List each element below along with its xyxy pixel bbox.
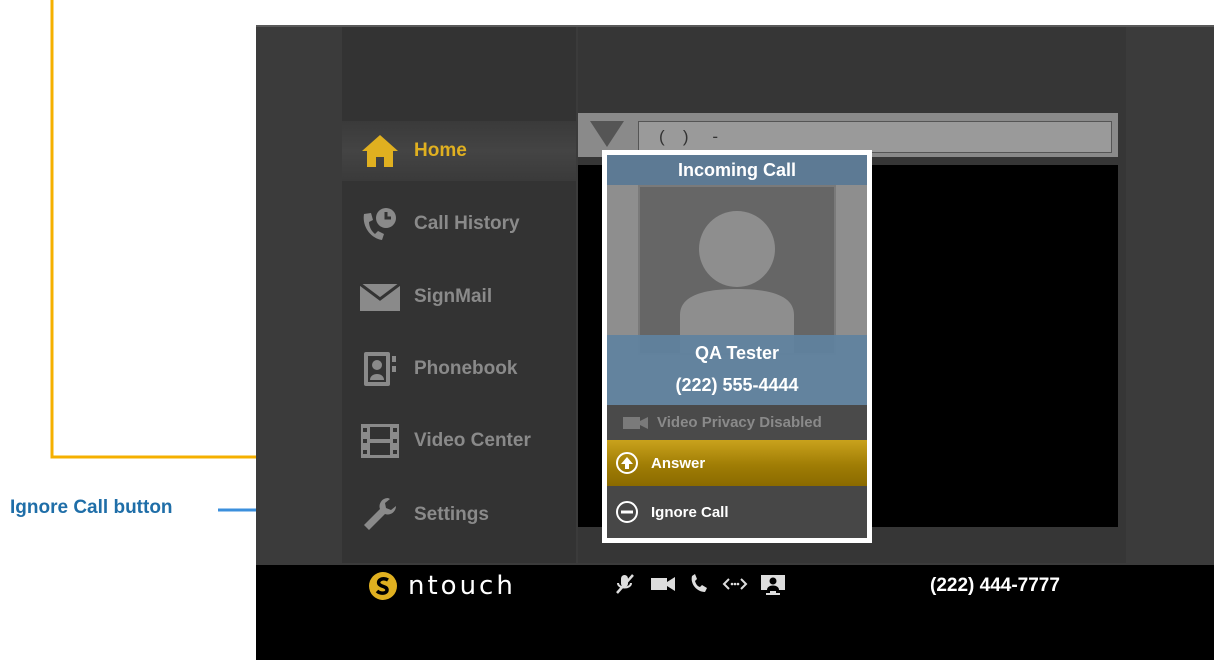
self-view-icon[interactable] [760,573,786,597]
sidebar-item-video-center[interactable]: Video Center [342,411,576,471]
transfer-icon[interactable] [722,573,748,595]
phone-icon[interactable] [688,573,710,595]
incoming-call-content: Incoming Call QA Tester (222) 555-4444 V… [607,155,867,538]
dialog-title: Incoming Call [607,155,867,185]
video-privacy-label: Video Privacy Disabled [657,414,822,431]
caller-name: QA Tester [694,343,780,363]
sidebar-item-label: Home [414,140,467,161]
person-silhouette-icon [680,211,794,353]
dropdown-arrow-icon[interactable] [590,121,624,147]
caller-info: QA Tester (222) 555-4444 [607,335,867,405]
sidebar-item-signmail[interactable]: SignMail [342,267,576,327]
sidebar-item-label: Call History [414,213,520,234]
sidebar-item-home[interactable]: Home [342,121,576,181]
film-icon [358,421,402,461]
video-privacy-status: Video Privacy Disabled [607,405,867,440]
dial-number-input[interactable]: ( ) - [638,121,1112,153]
envelope-icon [358,277,402,317]
video-camera-icon[interactable] [650,573,676,595]
sidebar-item-phonebook[interactable]: Phonebook [342,339,576,399]
microphone-muted-icon[interactable] [614,573,636,595]
video-camera-icon [623,416,648,429]
sidebar-item-settings[interactable]: Settings [342,485,576,545]
wrench-icon [358,495,402,535]
call-history-icon [358,204,402,244]
status-bar: ntouch (222) 444-7777 [256,565,1214,660]
answer-arrow-icon [616,452,638,474]
my-phone-number: (222) 444-7777 [930,575,1060,596]
answer-button-label: Answer [651,454,706,472]
dial-number-value: ( ) - [659,127,720,146]
sorenson-logo-icon [369,572,397,600]
brand-name: ntouch [408,571,516,601]
ntouch-logo: ntouch [368,571,516,601]
ignore-call-button-label: Ignore Call [651,503,729,521]
sidebar-item-label: SignMail [414,286,493,307]
ignore-call-button[interactable]: Ignore Call [607,486,867,538]
sidebar-item-label: Video Center [414,430,531,451]
caller-avatar [638,185,836,355]
incoming-call-dialog: Incoming Call QA Tester (222) 555-4444 V… [602,150,872,543]
minus-circle-icon [616,501,638,523]
sidebar-item-call-history[interactable]: Call History [342,194,576,254]
answer-button[interactable]: Answer [607,440,867,486]
home-icon [358,131,402,171]
caller-number: (222) 555-4444 [675,375,799,395]
phonebook-icon [358,349,402,389]
ignore-call-callout-label: Ignore Call button [10,497,173,518]
sidebar-item-label: Settings [414,504,489,525]
sidebar-item-label: Phonebook [414,358,518,379]
